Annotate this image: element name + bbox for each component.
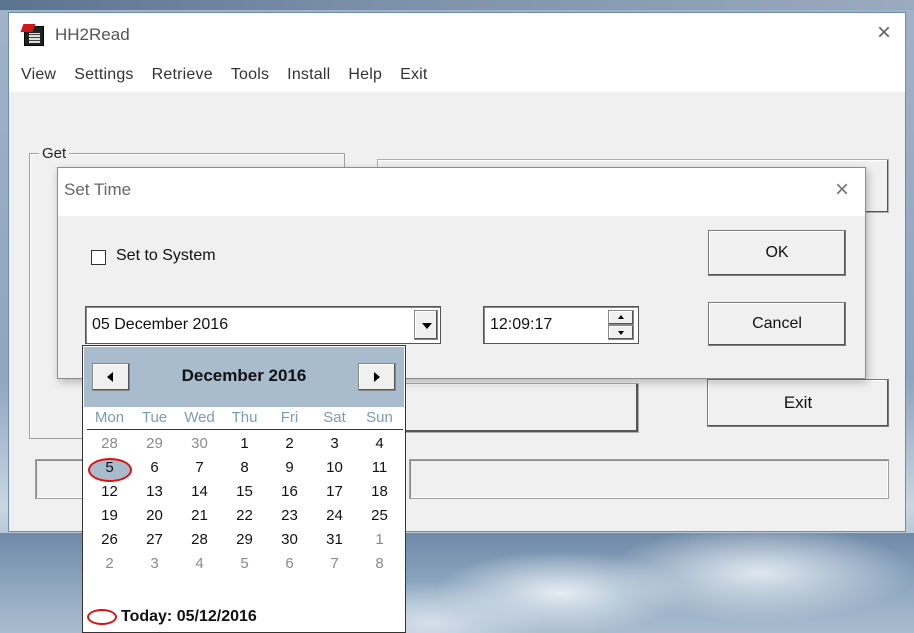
calendar-grid: 28 29 30 1 2 3 4 5 6 7 8 9 10 11 12 13 1… xyxy=(87,432,403,576)
status-field-right xyxy=(409,459,889,499)
calendar-day[interactable]: 19 xyxy=(87,504,132,528)
calendar-day[interactable]: 8 xyxy=(357,552,402,576)
weekday-label: Mon xyxy=(94,409,125,426)
calendar-day[interactable]: 8 xyxy=(222,456,267,480)
menu-install[interactable]: Install xyxy=(287,66,330,84)
calendar-day[interactable]: 9 xyxy=(267,456,312,480)
close-icon[interactable]: × xyxy=(877,21,891,45)
calendar-day[interactable]: 2 xyxy=(267,432,312,456)
window-title: HH2Read xyxy=(55,25,130,44)
get-group-label: Get xyxy=(39,145,70,162)
calendar-day[interactable]: 27 xyxy=(132,528,177,552)
calendar-day[interactable]: 28 xyxy=(87,432,132,456)
menu-settings[interactable]: Settings xyxy=(74,66,133,84)
app-icon xyxy=(24,26,44,46)
weekday-label: Sun xyxy=(366,409,393,426)
weekday-label: Thu xyxy=(231,409,258,426)
calendar-month-label[interactable]: December 2016 xyxy=(144,366,344,386)
calendar-header: December 2016 xyxy=(84,347,404,407)
cancel-button[interactable]: Cancel xyxy=(708,302,846,346)
today-link[interactable]: Today: 05/12/2016 xyxy=(87,604,257,630)
set-to-system-label[interactable]: Set to System xyxy=(116,247,216,265)
title-bar[interactable]: HH2Read × xyxy=(9,13,905,57)
calendar-day[interactable]: 6 xyxy=(132,456,177,480)
calendar-week: 12 13 14 15 16 17 18 xyxy=(87,480,403,504)
menu-bar: View Settings Retrieve Tools Install Hel… xyxy=(9,57,905,93)
calendar-popup: December 2016 Mon Tue Wed Thu Fri Sat Su… xyxy=(82,345,406,633)
calendar-week: 19 20 21 22 23 24 25 xyxy=(87,504,403,528)
selected-day-number: 5 xyxy=(105,459,114,476)
calendar-day[interactable]: 12 xyxy=(87,480,132,504)
calendar-day[interactable]: 10 xyxy=(312,456,357,480)
weekday-label: Tue xyxy=(141,409,168,426)
menu-tools[interactable]: Tools xyxy=(231,66,269,84)
calendar-day[interactable]: 7 xyxy=(312,552,357,576)
time-input[interactable]: 12:09:17 xyxy=(483,306,639,344)
calendar-day[interactable]: 28 xyxy=(177,528,222,552)
weekday-label: Fri xyxy=(280,409,299,426)
calendar-day[interactable]: 25 xyxy=(357,504,402,528)
calendar-day[interactable]: 22 xyxy=(222,504,267,528)
calendar-week: 2 3 4 5 6 7 8 xyxy=(87,552,403,576)
calendar-day[interactable]: 23 xyxy=(267,504,312,528)
calendar-day[interactable]: 16 xyxy=(267,480,312,504)
calendar-day[interactable]: 26 xyxy=(87,528,132,552)
calendar-day[interactable]: 30 xyxy=(177,432,222,456)
calendar-week: 5 6 7 8 9 10 11 xyxy=(87,456,403,482)
calendar-day[interactable]: 3 xyxy=(132,552,177,576)
calendar-day[interactable]: 31 xyxy=(312,528,357,552)
menu-help[interactable]: Help xyxy=(348,66,382,84)
calendar-day[interactable]: 18 xyxy=(357,480,402,504)
next-month-icon[interactable] xyxy=(358,363,396,391)
calendar-day[interactable]: 24 xyxy=(312,504,357,528)
today-circle-icon xyxy=(87,609,117,625)
desktop-background xyxy=(0,0,914,10)
time-value: 12:09:17 xyxy=(490,316,553,333)
prev-month-icon[interactable] xyxy=(92,363,130,391)
weekday-label: Sat xyxy=(323,409,346,426)
calendar-day[interactable]: 17 xyxy=(312,480,357,504)
ok-button[interactable]: OK xyxy=(708,230,846,276)
exit-button[interactable]: Exit xyxy=(707,379,889,427)
calendar-day[interactable]: 1 xyxy=(222,432,267,456)
status-field-left xyxy=(35,459,87,499)
menu-view[interactable]: View xyxy=(21,66,56,84)
set-to-system-checkbox[interactable] xyxy=(91,250,106,265)
weekday-header: Mon Tue Wed Thu Fri Sat Sun xyxy=(87,406,403,430)
background-button-middle[interactable] xyxy=(365,383,639,433)
calendar-day[interactable]: 11 xyxy=(357,456,402,480)
date-value: 05 December 2016 xyxy=(92,316,229,333)
dropdown-arrow-icon[interactable] xyxy=(414,310,438,340)
calendar-day[interactable]: 14 xyxy=(177,480,222,504)
menu-exit[interactable]: Exit xyxy=(400,66,427,84)
calendar-day[interactable]: 15 xyxy=(222,480,267,504)
calendar-week: 26 27 28 29 30 31 1 xyxy=(87,528,403,552)
weekday-label: Wed xyxy=(184,409,215,426)
menu-retrieve[interactable]: Retrieve xyxy=(152,66,213,84)
calendar-day[interactable]: 7 xyxy=(177,456,222,480)
spin-down-icon[interactable] xyxy=(608,325,634,340)
dialog-close-icon[interactable]: × xyxy=(835,178,849,202)
spin-up-icon[interactable] xyxy=(608,310,634,325)
date-picker-combo[interactable]: 05 December 2016 xyxy=(85,306,441,344)
dialog-title-bar[interactable]: Set Time × xyxy=(58,168,865,216)
calendar-day[interactable]: 4 xyxy=(177,552,222,576)
calendar-day[interactable]: 29 xyxy=(132,432,177,456)
dialog-title: Set Time xyxy=(64,180,132,199)
calendar-week: 28 29 30 1 2 3 4 xyxy=(87,432,403,456)
calendar-day[interactable]: 5 xyxy=(222,552,267,576)
calendar-day[interactable]: 3 xyxy=(312,432,357,456)
calendar-day[interactable]: 29 xyxy=(222,528,267,552)
calendar-day[interactable]: 20 xyxy=(132,504,177,528)
calendar-day[interactable]: 21 xyxy=(177,504,222,528)
calendar-day-selected[interactable]: 5 xyxy=(87,456,132,482)
calendar-day[interactable]: 30 xyxy=(267,528,312,552)
today-label: Today: 05/12/2016 xyxy=(121,608,257,625)
calendar-day[interactable]: 13 xyxy=(132,480,177,504)
calendar-day[interactable]: 4 xyxy=(357,432,402,456)
calendar-day[interactable]: 6 xyxy=(267,552,312,576)
calendar-day[interactable]: 2 xyxy=(87,552,132,576)
calendar-day[interactable]: 1 xyxy=(357,528,402,552)
